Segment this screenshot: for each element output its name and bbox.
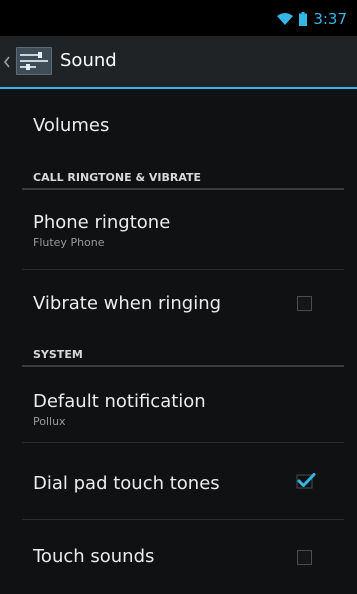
default-notification-title: Default notification [33, 391, 206, 412]
battery-icon [299, 12, 308, 26]
page-title: Sound [60, 50, 117, 71]
vibrate-when-ringing-checkbox[interactable] [297, 296, 312, 311]
vibrate-when-ringing-title: Vibrate when ringing [33, 293, 222, 314]
touch-sounds-checkbox[interactable] [297, 550, 312, 565]
touch-sounds-item[interactable]: Touch sounds [0, 520, 357, 594]
category-call-ringtone: CALL RINGTONE & VIBRATE [33, 171, 202, 184]
phone-ringtone-item[interactable]: Phone ringtone Flutey Phone [0, 191, 357, 269]
phone-ringtone-title: Phone ringtone [33, 212, 171, 233]
default-notification-item[interactable]: Default notification Pollux [0, 368, 357, 442]
volumes-item[interactable]: Volumes [0, 89, 357, 161]
status-clock: 3:37 [313, 10, 347, 28]
sound-settings-screen: 3:37 Sound Volumes CALL RINGTONE & VIBRA… [0, 0, 357, 594]
dial-pad-touch-tones-item[interactable]: Dial pad touch tones [0, 443, 357, 519]
category-divider [22, 365, 344, 367]
wifi-icon [277, 13, 294, 25]
up-navigation-button[interactable]: Sound [0, 36, 117, 87]
dial-pad-touch-tones-checkbox[interactable] [296, 473, 316, 489]
dial-pad-touch-tones-title: Dial pad touch tones [33, 473, 220, 494]
status-icons: 3:37 [277, 11, 347, 27]
checkmark-icon [296, 473, 316, 489]
status-bar: 3:37 [0, 0, 357, 36]
touch-sounds-title: Touch sounds [33, 546, 155, 567]
category-divider [22, 188, 344, 190]
settings-icon [16, 47, 52, 79]
action-bar: Sound [0, 36, 357, 89]
vibrate-when-ringing-item[interactable]: Vibrate when ringing [0, 270, 357, 338]
volumes-title: Volumes [33, 115, 110, 136]
category-system: SYSTEM [33, 348, 83, 361]
default-notification-summary: Pollux [33, 415, 66, 428]
chevron-left-icon [3, 53, 10, 72]
phone-ringtone-summary: Flutey Phone [33, 236, 105, 249]
